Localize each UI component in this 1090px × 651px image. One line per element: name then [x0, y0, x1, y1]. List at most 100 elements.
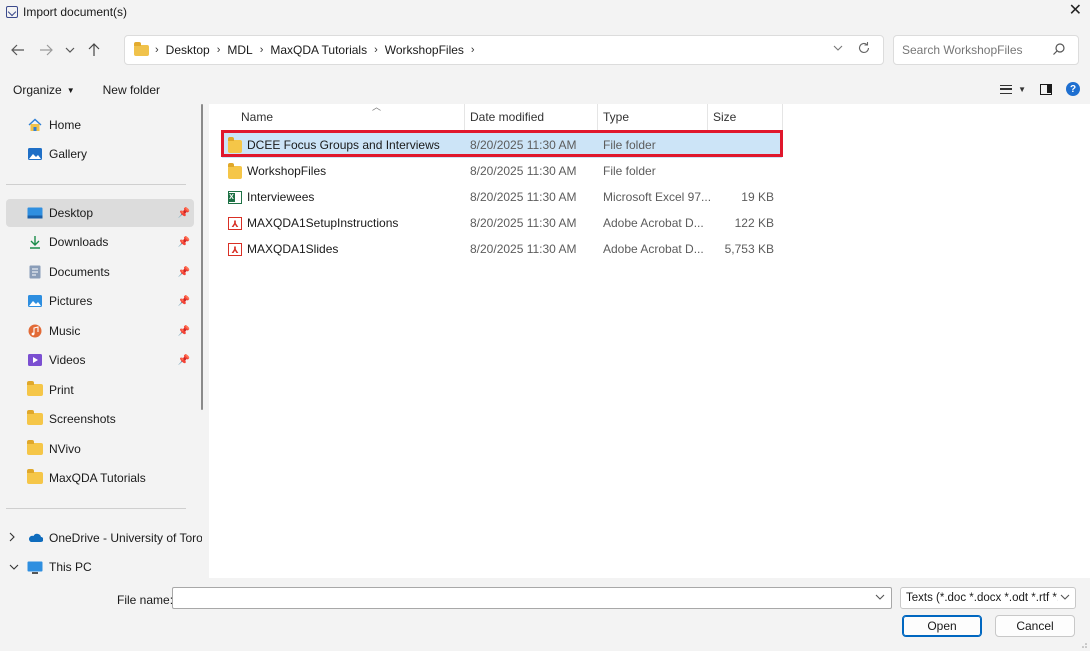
- file-type: Adobe Acrobat D...: [603, 216, 704, 230]
- resize-grip-icon[interactable]: [1079, 640, 1087, 648]
- sidebar-item-label: Screenshots: [49, 412, 116, 426]
- recent-locations-chevron-icon[interactable]: [60, 36, 80, 64]
- pin-icon[interactable]: 📌: [178, 237, 190, 248]
- sidebar-item-label: Home: [49, 118, 82, 132]
- organize-button[interactable]: Organize ▼: [13, 83, 75, 97]
- sidebar-item-desktop[interactable]: Desktop 📌: [6, 199, 194, 227]
- cancel-button[interactable]: Cancel: [995, 615, 1075, 637]
- sidebar-item-print[interactable]: Print: [6, 376, 194, 404]
- file-type: Microsoft Excel 97...: [603, 190, 712, 204]
- file-size: 19 KB: [741, 190, 774, 204]
- chevron-right-icon: ›: [259, 44, 264, 56]
- file-size: 122 KB: [734, 216, 774, 230]
- forward-arrow-icon[interactable]: [32, 36, 60, 64]
- column-divider[interactable]: [782, 104, 783, 130]
- breadcrumb-mdl[interactable]: MDL: [227, 43, 252, 57]
- dialog-footer: File name: Texts (*.doc *.docx *.odt *.r…: [0, 578, 1090, 651]
- sidebar-scrollbar[interactable]: [201, 104, 203, 410]
- chevron-down-icon[interactable]: [9, 562, 19, 573]
- caret-down-icon[interactable]: ▼: [1018, 85, 1026, 94]
- pdf-icon: ⅄: [228, 242, 242, 256]
- chevron-right-icon: ›: [470, 44, 475, 56]
- file-type: File folder: [603, 138, 656, 152]
- pin-icon[interactable]: 📌: [178, 355, 190, 366]
- sidebar-item-this-pc[interactable]: This PC: [6, 553, 194, 581]
- search-box[interactable]: Search WorkshopFiles: [893, 35, 1079, 65]
- folder-icon: [27, 410, 43, 426]
- column-header-type[interactable]: Type: [597, 104, 707, 130]
- refresh-icon[interactable]: [857, 41, 871, 58]
- address-bar[interactable]: › Desktop › MDL › MaxQDA Tutorials › Wor…: [124, 35, 884, 65]
- close-icon[interactable]: ✕: [1069, 2, 1082, 20]
- view-controls: ▼ ?: [1000, 82, 1080, 96]
- sidebar-item-maxqda-tutorials[interactable]: MaxQDA Tutorials: [6, 464, 194, 492]
- sidebar-item-home[interactable]: Home: [6, 111, 194, 139]
- column-header-name[interactable]: Name ︿: [235, 102, 464, 130]
- sort-ascending-icon: ︿: [372, 102, 382, 112]
- title-bar: Import document(s) ✕: [0, 0, 1090, 24]
- pin-icon[interactable]: 📌: [178, 208, 190, 219]
- help-icon[interactable]: ?: [1066, 82, 1080, 96]
- address-dropdown-icon[interactable]: [833, 43, 843, 54]
- pin-icon[interactable]: 📌: [178, 326, 190, 337]
- file-row[interactable]: ⅄ MAXQDA1Slides 8/20/2025 11:30 AM Adobe …: [222, 236, 782, 262]
- home-icon: [27, 118, 43, 132]
- sidebar-item-screenshots[interactable]: Screenshots: [6, 405, 194, 433]
- pictures-icon: [27, 294, 43, 308]
- new-folder-button[interactable]: New folder: [103, 83, 160, 97]
- sidebar-item-nvivo[interactable]: NVivo: [6, 435, 194, 463]
- file-name-input[interactable]: [172, 587, 892, 609]
- sidebar-item-pictures[interactable]: Pictures 📌: [6, 287, 194, 315]
- file-date: 8/20/2025 11:30 AM: [470, 242, 577, 256]
- file-type: Adobe Acrobat D...: [603, 242, 704, 256]
- music-icon: [27, 324, 43, 338]
- sidebar-item-label: Gallery: [49, 147, 88, 161]
- pin-icon[interactable]: 📌: [178, 296, 190, 307]
- details-view-icon[interactable]: [1000, 84, 1013, 94]
- file-list: Name ︿ Date modified Type Size DCEE Focu…: [209, 102, 1090, 578]
- file-row[interactable]: DCEE Focus Groups and Interviews 8/20/20…: [222, 132, 782, 158]
- column-header-date[interactable]: Date modified: [464, 104, 597, 130]
- folder-icon: [134, 41, 149, 56]
- sidebar-item-onedrive[interactable]: OneDrive - University of Toron: [6, 524, 202, 552]
- sidebar-item-label: Desktop: [49, 206, 94, 220]
- chevron-down-icon[interactable]: [875, 592, 885, 602]
- file-row[interactable]: ⅄ MAXQDA1SetupInstructions 8/20/2025 11:3…: [222, 210, 782, 236]
- download-icon: [27, 235, 43, 249]
- organize-label: Organize: [13, 83, 62, 97]
- file-row[interactable]: WorkshopFiles 8/20/2025 11:30 AM File fo…: [222, 158, 782, 184]
- divider: [6, 184, 186, 185]
- navigation-bar: › Desktop › MDL › MaxQDA Tutorials › Wor…: [0, 28, 1090, 72]
- window-title: Import document(s): [23, 5, 128, 19]
- command-bar: Organize ▼ New folder ▼ ?: [0, 76, 1090, 104]
- chevron-right-icon: ›: [216, 44, 221, 56]
- sidebar-item-label: Videos: [49, 353, 86, 367]
- sidebar-item-label: Documents: [49, 265, 110, 279]
- pin-icon[interactable]: 📌: [178, 267, 190, 278]
- file-name: Interviewees: [247, 190, 315, 204]
- up-arrow-icon[interactable]: [80, 36, 108, 64]
- preview-pane-icon[interactable]: [1040, 83, 1052, 95]
- sidebar-item-label: This PC: [49, 560, 92, 574]
- folder-icon: [228, 162, 242, 179]
- column-header-size[interactable]: Size: [707, 104, 782, 130]
- sidebar-item-music[interactable]: Music 📌: [6, 317, 194, 345]
- file-type-filter[interactable]: Texts (*.doc *.docx *.odt *.rtf *.l: [900, 587, 1076, 609]
- file-date: 8/20/2025 11:30 AM: [470, 216, 577, 230]
- breadcrumb-maxqda-tutorials[interactable]: MaxQDA Tutorials: [270, 43, 367, 57]
- sidebar-item-documents[interactable]: Documents 📌: [6, 258, 194, 286]
- open-button[interactable]: Open: [902, 615, 982, 637]
- breadcrumb-desktop[interactable]: Desktop: [166, 43, 210, 57]
- caret-down-icon: ▼: [66, 85, 75, 95]
- sidebar-item-downloads[interactable]: Downloads 📌: [6, 228, 194, 256]
- videos-icon: [27, 353, 43, 367]
- breadcrumb-workshopfiles[interactable]: WorkshopFiles: [385, 43, 464, 57]
- sidebar-item-label: Downloads: [49, 235, 109, 249]
- back-arrow-icon[interactable]: [4, 36, 32, 64]
- chevron-right-icon[interactable]: [9, 532, 15, 545]
- chevron-down-icon[interactable]: [1058, 592, 1070, 602]
- file-row[interactable]: Interviewees 8/20/2025 11:30 AM Microsof…: [222, 184, 782, 210]
- sidebar-item-gallery[interactable]: Gallery: [6, 140, 194, 168]
- divider: [6, 508, 186, 509]
- sidebar-item-videos[interactable]: Videos 📌: [6, 346, 194, 374]
